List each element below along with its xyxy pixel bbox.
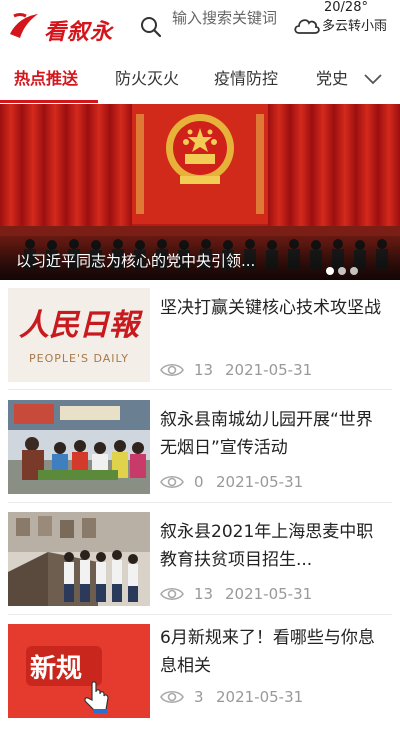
news-thumbnail: 新规 (8, 624, 150, 718)
carousel-dot[interactable] (338, 267, 346, 275)
weather-description: 多云转小雨 (322, 19, 388, 34)
tab-epidemic-control[interactable]: 疫情防控 (214, 66, 278, 92)
news-thumbnail (8, 400, 150, 494)
news-meta: 0 2021-05-31 (160, 471, 380, 493)
news-title[interactable]: 坚决打赢关键核心技术攻坚战 (160, 294, 388, 322)
search-input[interactable]: 输入搜索关键词 (172, 8, 286, 28)
news-thumbnail: 人民日報 PEOPLE'S DAILY (8, 288, 150, 382)
divider (8, 502, 392, 503)
news-title[interactable]: 叙永县2021年上海思麦中职教育扶贫项目招生... (160, 518, 388, 574)
carousel-dot[interactable] (326, 267, 334, 275)
divider (8, 389, 392, 390)
news-meta: 13 2021-05-31 (160, 359, 380, 381)
tab-hot-push[interactable]: 热点推送 (14, 66, 78, 92)
chevron-down-icon[interactable] (362, 70, 384, 88)
search-bar[interactable]: 输入搜索关键词 (138, 6, 288, 50)
eye-icon (160, 363, 184, 377)
news-thumbnail (8, 512, 150, 606)
eye-icon (160, 587, 184, 601)
publish-date: 2021-05-31 (216, 688, 304, 706)
weather-temperature: 20/28° (324, 0, 368, 15)
category-tabs: 热点推送 防火灭火 疫情防控 党史 (0, 54, 400, 104)
news-item[interactable]: 人民日報 PEOPLE'S DAILY 坚决打赢关键核心技术攻坚战 13 202… (0, 288, 400, 403)
kindergarten-photo (8, 400, 150, 494)
carousel-dot[interactable] (350, 267, 358, 275)
thumb-logo-text: 人民日報 (19, 308, 139, 343)
divider (8, 614, 392, 615)
search-icon[interactable] (140, 16, 162, 38)
logo-text: 看叙永 (44, 19, 114, 45)
news-meta: 13 2021-05-31 (160, 583, 380, 605)
view-count: 13 (194, 361, 214, 379)
publish-date: 2021-05-31 (225, 585, 313, 603)
thumb-title-text: 新规 (30, 654, 83, 684)
view-count: 3 (194, 688, 204, 706)
publish-date: 2021-05-31 (225, 361, 313, 379)
eye-icon (160, 475, 184, 489)
app-logo[interactable]: 看叙永 (8, 8, 130, 48)
thumb-english-text: PEOPLE'S DAILY (29, 352, 129, 365)
view-count: 0 (194, 473, 204, 491)
publish-date: 2021-05-31 (216, 473, 304, 491)
news-title[interactable]: 叙永县南城幼儿园开展“世界无烟日”宣传活动 (160, 406, 388, 462)
carousel-dots (326, 260, 362, 279)
hand-pointer-icon (84, 681, 109, 713)
eye-icon (160, 690, 184, 704)
news-meta: 3 2021-05-31 (160, 686, 380, 708)
banner-caption: 以习近平同志为核心的党中央引领... (0, 242, 400, 280)
banner-carousel[interactable]: 以习近平同志为核心的党中央引领... (0, 104, 400, 280)
active-tab-indicator (0, 100, 98, 103)
stairs-photo (8, 512, 150, 606)
cloud-icon (294, 19, 320, 34)
logo-mark-icon (10, 13, 38, 38)
tab-fire-prevention[interactable]: 防火灭火 (115, 66, 179, 92)
news-item[interactable]: 叙永县2021年上海思麦中职教育扶贫项目招生... 13 2021-05-31 (0, 512, 400, 627)
banner-title[interactable]: 以习近平同志为核心的党中央引领... (16, 250, 316, 271)
app-header: 看叙永 输入搜索关键词 20/28° 多云转小雨 (0, 0, 400, 54)
news-item[interactable]: 叙永县南城幼儿园开展“世界无烟日”宣传活动 0 2021-05-31 (0, 400, 400, 515)
view-count: 13 (194, 585, 214, 603)
weather-widget[interactable]: 20/28° 多云转小雨 (292, 0, 398, 54)
news-item[interactable]: 新规 6月新规来了！看哪些与你息息相关 3 2021-05-31 (0, 624, 400, 739)
news-title[interactable]: 6月新规来了！看哪些与你息息相关 (160, 624, 388, 680)
tab-party-history[interactable]: 党史 (316, 66, 348, 92)
